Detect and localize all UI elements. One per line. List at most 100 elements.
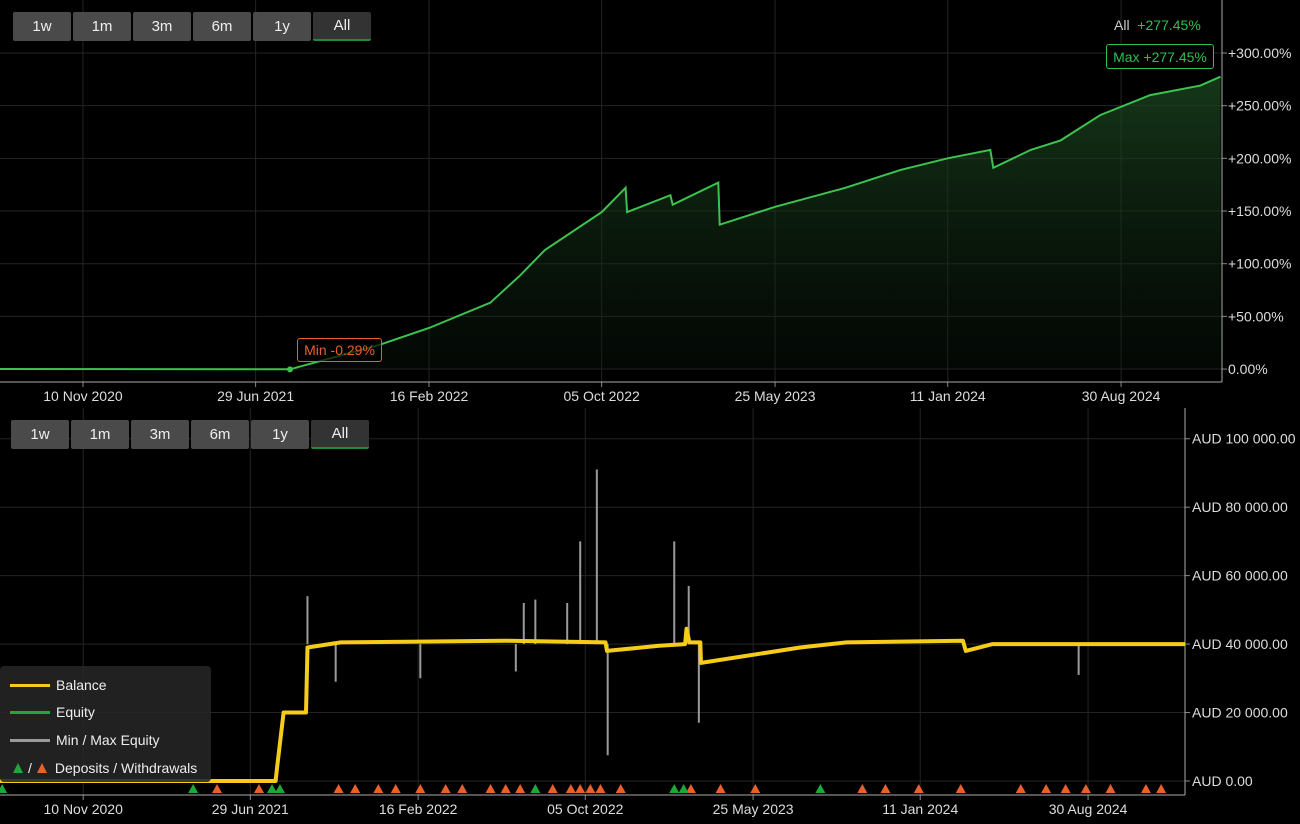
range-3m-button[interactable]: 3m [133,12,191,41]
deposit-marker [188,784,199,793]
withdrawal-marker [415,784,426,793]
withdrawal-marker [390,784,401,793]
deposit-marker [669,784,680,793]
y-tick-label: +50.00% [1228,308,1284,324]
growth-range-selector: 1w 1m 3m 6m 1y All [13,12,371,41]
withdrawal-marker [1105,784,1116,793]
y-tick-label: +300.00% [1228,45,1291,61]
balance-range-selector: 1w 1m 3m 6m 1y All [11,420,369,449]
withdrawal-marker [1015,784,1026,793]
withdrawal-marker [547,784,558,793]
withdrawal-marker [955,784,966,793]
x-tick-label: 16 Feb 2022 [379,801,458,817]
x-tick-label: 11 Jan 2024 [882,801,958,817]
withdrawal-marker [1140,784,1151,793]
legend-item-deposits[interactable]: / Deposits / Withdrawals [10,760,197,776]
legend-label: Equity [56,704,95,720]
x-tick-label: 10 Nov 2020 [43,388,123,404]
min-point-marker [286,366,293,373]
range-all-button[interactable]: All [311,420,369,449]
withdrawal-marker [440,784,451,793]
range-6m-button[interactable]: 6m [193,12,251,41]
range-1w-button[interactable]: 1w [11,420,69,449]
range-1y-button[interactable]: 1y [251,420,309,449]
summary-value: +277.45% [1137,17,1201,33]
x-tick-label: 16 Feb 2022 [390,388,469,404]
withdrawal-marker [373,784,384,793]
minmax-swatch [10,738,50,742]
range-3m-button[interactable]: 3m [131,420,189,449]
x-tick-label: 10 Nov 2020 [43,801,123,817]
withdrawal-marker [595,784,606,793]
y-tick-label: AUD 80 000.00 [1192,499,1288,515]
legend-slash: / [28,760,32,776]
growth-summary: All +277.45% [1114,17,1201,33]
min-label: Min -0.29% [297,338,382,362]
summary-label: All [1114,17,1130,33]
x-tick-label: 11 Jan 2024 [910,388,986,404]
deposit-marker [678,784,689,793]
deposit-marker [0,784,8,793]
y-tick-label: AUD 20 000.00 [1192,705,1288,721]
deposit-marker [267,784,278,793]
withdrawal-marker [1041,784,1052,793]
deposit-triangle-icon [13,763,23,773]
y-tick-label: +150.00% [1228,203,1291,219]
legend-label: Deposits / Withdrawals [54,760,198,776]
y-tick-label: 0.00% [1228,361,1268,377]
withdrawal-marker [913,784,924,793]
withdrawal-marker [1060,784,1071,793]
y-tick-label: AUD 100 000.00 [1192,431,1296,447]
withdrawal-marker [615,784,626,793]
y-tick-label: +200.00% [1228,150,1291,166]
deposit-marker [530,784,541,793]
withdrawal-marker [750,784,761,793]
withdrawal-marker [253,784,264,793]
legend: Balance Equity Min / Max Equity / Deposi… [0,666,211,782]
range-1m-button[interactable]: 1m [71,420,129,449]
range-1y-button[interactable]: 1y [253,12,311,41]
y-tick-label: AUD 40 000.00 [1192,636,1288,652]
legend-item-minmax[interactable]: Min / Max Equity [10,732,159,748]
growth-chart: 10 Nov 2020 29 Jun 2021 16 Feb 2022 05 Oct … [0,0,1291,404]
x-tick-label: 29 Jun 2021 [217,388,294,404]
y-tick-label: AUD 0.00 [1192,773,1253,789]
deposit-marker [815,784,826,793]
withdrawal-marker [857,784,868,793]
withdrawal-marker [457,784,468,793]
withdrawal-marker [485,784,496,793]
growth-area [0,76,1221,370]
x-tick-label: 05 Oct 2022 [547,801,623,817]
withdrawal-marker [333,784,344,793]
withdrawal-marker [515,784,526,793]
withdrawal-marker [212,784,223,793]
range-1m-button[interactable]: 1m [73,12,131,41]
x-tick-label: 30 Aug 2024 [1082,388,1161,404]
legend-label: Min / Max Equity [56,732,160,748]
x-tick-label: 30 Aug 2024 [1049,801,1128,817]
legend-item-balance[interactable]: Balance [10,677,107,693]
balance-swatch [10,683,50,687]
x-tick-label: 25 May 2023 [735,388,816,404]
equity-swatch [10,710,50,714]
withdrawal-marker [880,784,891,793]
x-tick-label: 29 Jun 2021 [212,801,289,817]
y-tick-label: +250.00% [1228,98,1291,114]
withdrawal-marker [715,784,726,793]
withdrawal-marker [575,784,586,793]
range-1w-button[interactable]: 1w [13,12,71,41]
deposit-marker [274,784,285,793]
withdrawal-triangle-icon [36,763,47,773]
withdrawal-marker [350,784,361,793]
withdrawal-marker [500,784,511,793]
x-tick-label: 05 Oct 2022 [564,388,640,404]
range-all-button[interactable]: All [313,12,371,41]
withdrawal-marker [565,784,576,793]
y-tick-label: AUD 60 000.00 [1192,568,1288,584]
x-tick-label: 25 May 2023 [713,801,794,817]
range-6m-button[interactable]: 6m [191,420,249,449]
y-tick-label: +100.00% [1228,256,1291,272]
legend-item-equity[interactable]: Equity [10,704,95,720]
withdrawal-marker [1080,784,1091,793]
legend-label: Balance [56,677,107,693]
